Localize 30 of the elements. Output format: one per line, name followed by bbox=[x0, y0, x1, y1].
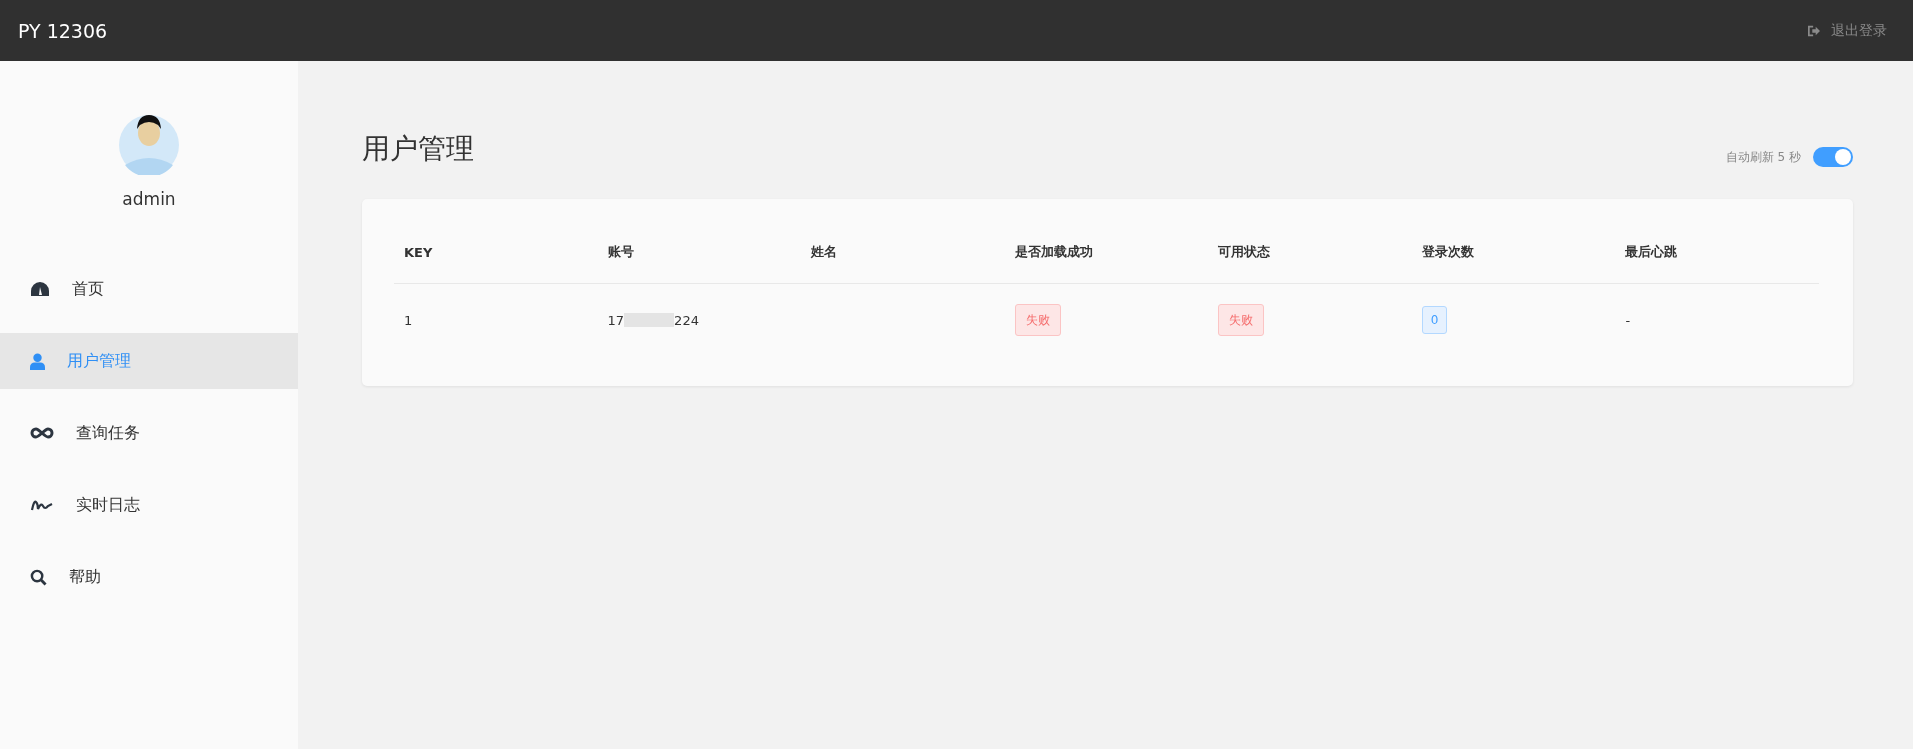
sidebar-item[interactable]: 帮助 bbox=[0, 549, 298, 605]
user-name: admin bbox=[122, 189, 176, 209]
user-icon bbox=[30, 352, 45, 370]
status-tag: 0 bbox=[1421, 306, 1448, 334]
sign-out-icon bbox=[1807, 24, 1821, 37]
column-header: 是否加载成功 bbox=[1004, 221, 1209, 284]
auto-refresh-switch[interactable] bbox=[1813, 147, 1853, 167]
table-cell: 17 bbox=[607, 312, 625, 328]
status-tag: 失败 bbox=[1014, 304, 1061, 336]
page-title: 用户管理 bbox=[362, 131, 474, 167]
sidebar-item[interactable]: 实时日志 bbox=[0, 477, 298, 533]
column-header: 可用状态 bbox=[1208, 221, 1412, 284]
table-cell: - bbox=[1625, 312, 1631, 328]
column-header: 姓名 bbox=[801, 221, 1005, 284]
app-title: PY 12306 bbox=[18, 19, 108, 42]
gauge-icon bbox=[30, 281, 50, 297]
column-header: 登录次数 bbox=[1411, 221, 1616, 284]
sidebar-item[interactable]: 首页 bbox=[0, 261, 298, 317]
signature-icon bbox=[30, 498, 54, 512]
auto-refresh-label: 自动刷新 5 秒 bbox=[1725, 148, 1801, 166]
table-cell: 224 bbox=[674, 312, 699, 328]
search-icon bbox=[30, 568, 47, 586]
column-header: KEY bbox=[394, 221, 598, 284]
sidebar-item[interactable]: 查询任务 bbox=[0, 405, 298, 461]
logout-link[interactable]: 退出登录 bbox=[1807, 21, 1887, 40]
table-cell: 1 bbox=[404, 312, 413, 328]
column-header: 账号 bbox=[597, 221, 802, 284]
status-tag: 失败 bbox=[1218, 304, 1265, 336]
infinity-icon bbox=[30, 427, 54, 439]
column-header: 最后心跳 bbox=[1615, 221, 1819, 284]
